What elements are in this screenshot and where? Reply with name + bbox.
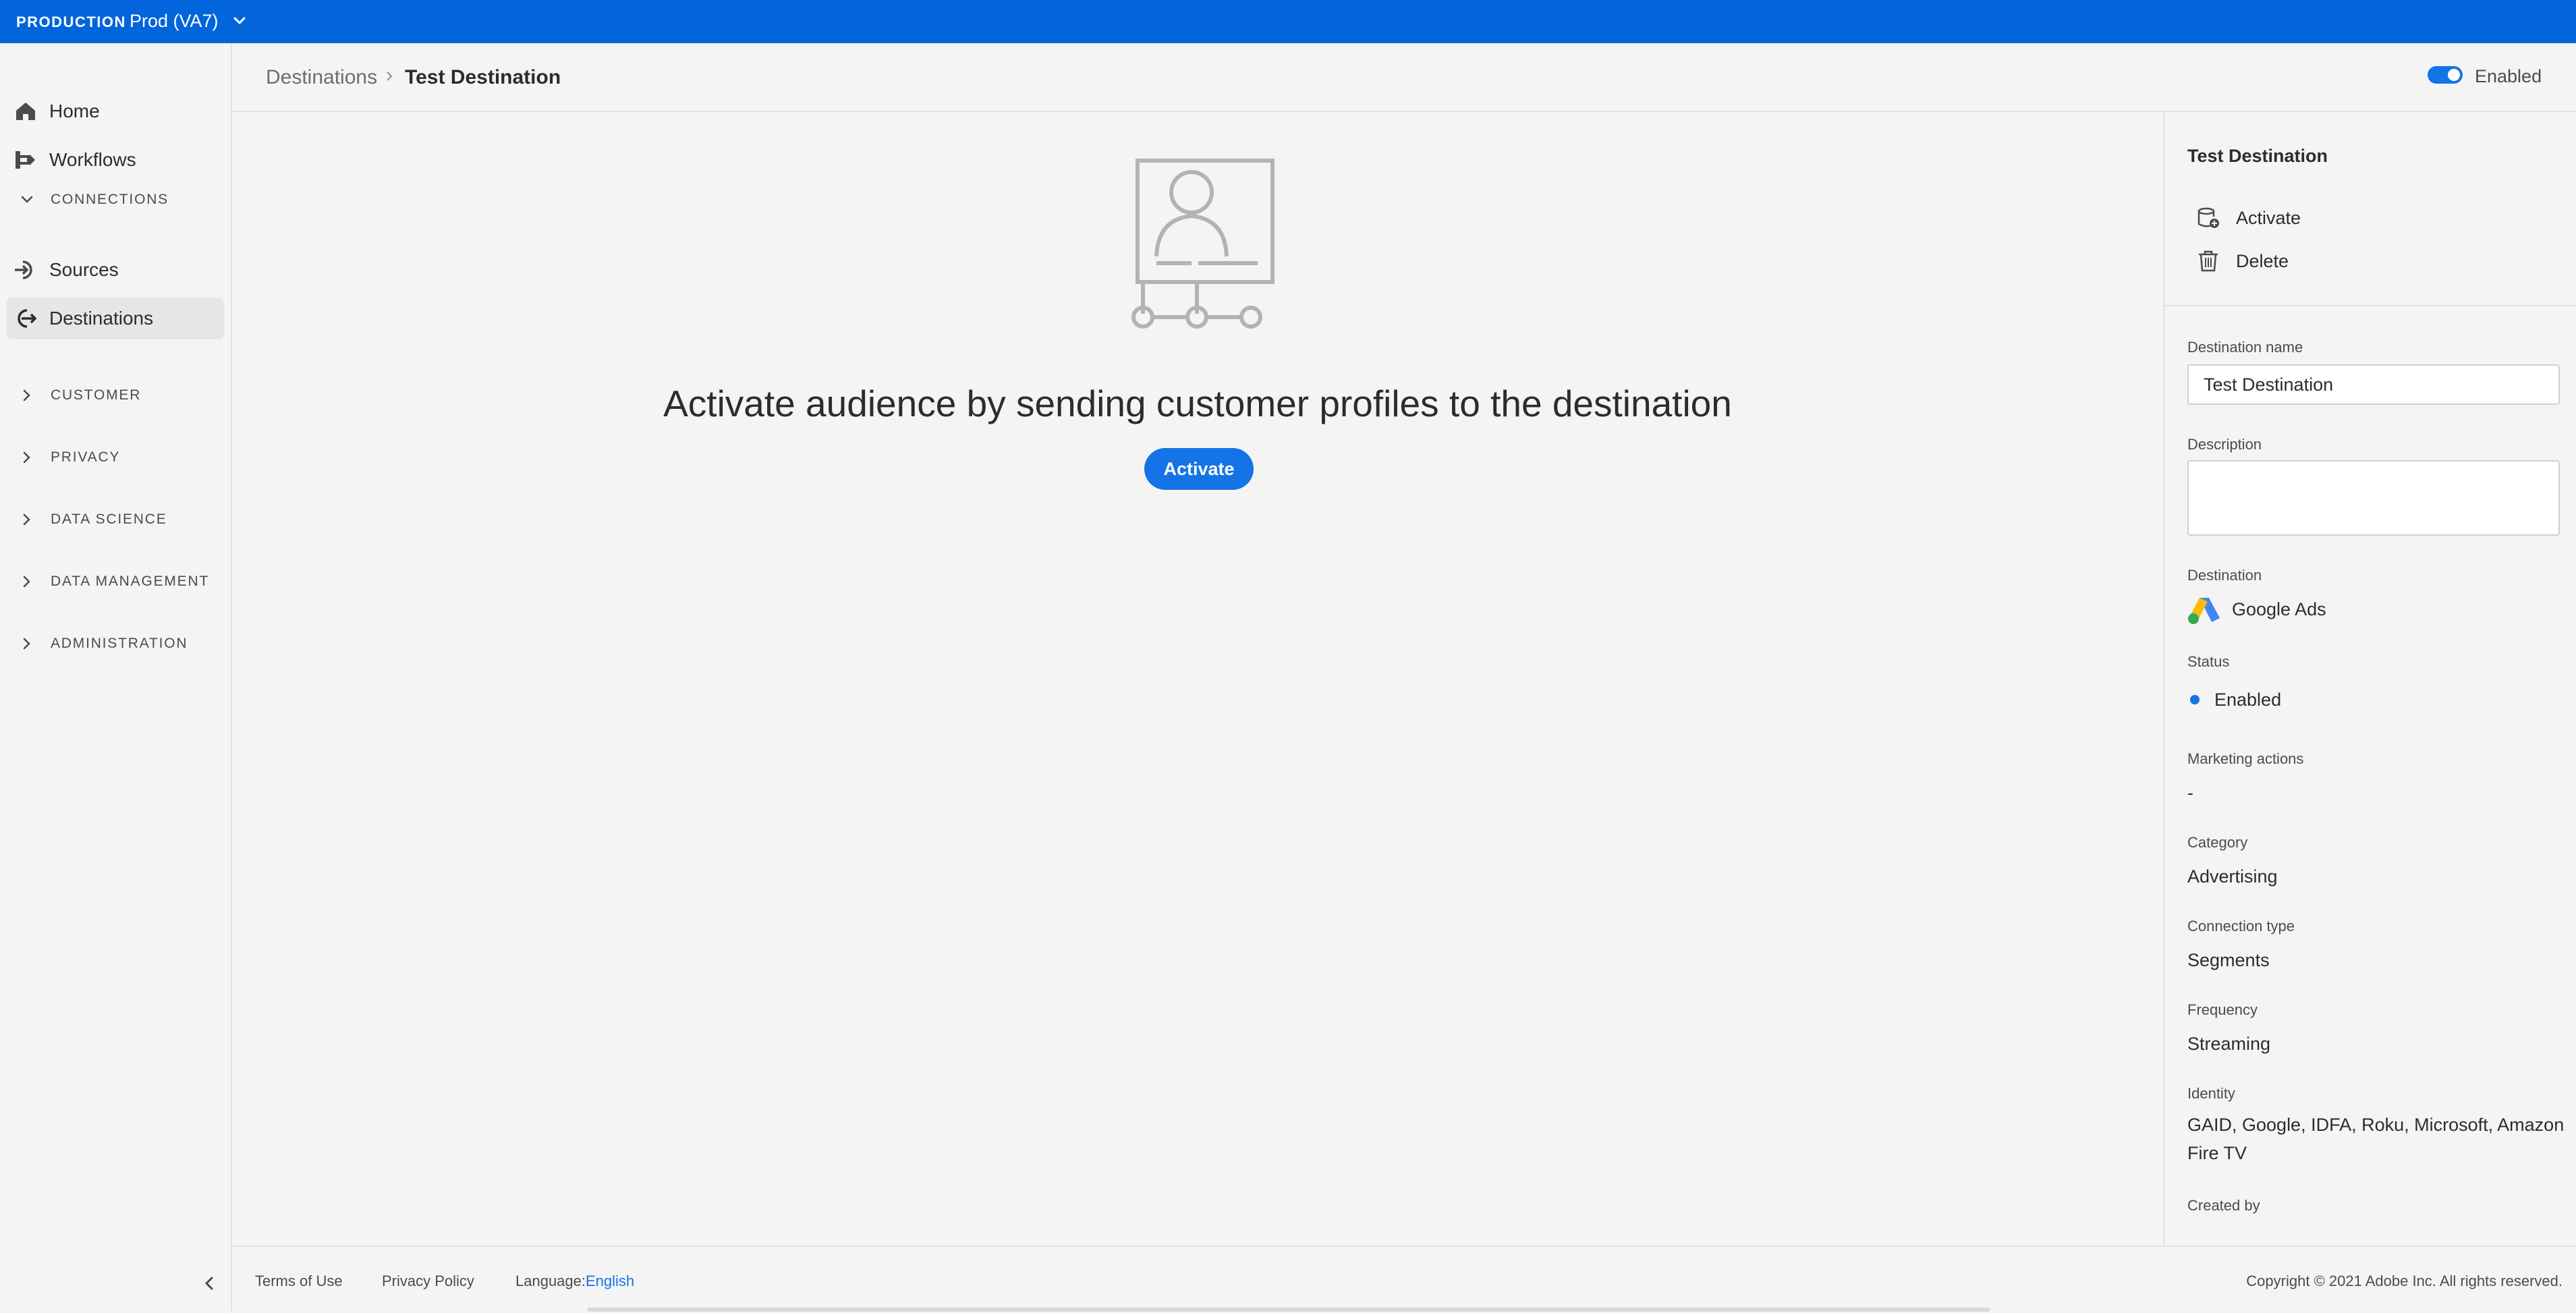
divider	[2164, 305, 2576, 306]
terms-link[interactable]: Terms of Use	[255, 1273, 343, 1290]
footer: Terms of Use Privacy Policy Language: En…	[232, 1246, 2576, 1313]
trash-icon	[2199, 250, 2218, 272]
google-ads-logo	[2188, 598, 2220, 624]
chevron-right-icon	[23, 576, 30, 588]
sidebar-item-label: Sources	[49, 259, 119, 280]
status-label: Status	[2187, 653, 2230, 670]
toggle-knob	[2448, 69, 2460, 81]
window-edge	[587, 1308, 1990, 1312]
activate-button[interactable]: Activate	[1144, 448, 1254, 490]
privacy-link[interactable]: Privacy Policy	[382, 1273, 474, 1290]
action-label: Activate	[2236, 208, 2301, 228]
identity-value: GAID, Google, IDFA, Roku, Microsoft, Ama…	[2187, 1115, 2565, 1163]
section-label: ADMINISTRATION	[51, 636, 188, 651]
sidebar-section-customer[interactable]: CUSTOMER	[7, 378, 224, 413]
copyright: Copyright © 2021 Adobe Inc. All rights r…	[2246, 1273, 2563, 1289]
frequency-value: Streaming	[2187, 1034, 2271, 1054]
destination-label: Destination	[2187, 567, 2262, 584]
enabled-toggle[interactable]	[2428, 66, 2463, 84]
collapse-sidebar-icon[interactable]	[200, 1274, 219, 1293]
sidebar-item-sources[interactable]: Sources	[7, 249, 224, 291]
workflow-icon	[16, 151, 35, 169]
category-value: Advertising	[2187, 866, 2278, 887]
section-label: DATA MANAGEMENT	[51, 574, 210, 589]
destination-name-field[interactable]	[2187, 364, 2560, 405]
breadcrumb-parent[interactable]: Destinations	[266, 66, 377, 89]
section-label: CONNECTIONS	[51, 192, 169, 207]
chevron-down-icon[interactable]	[229, 11, 250, 31]
marketing-actions-value: -	[2187, 783, 2193, 803]
top-bar: PRODUCTION Prod (VA7)	[0, 0, 2576, 43]
sidebar-item-destinations[interactable]: Destinations	[7, 298, 224, 339]
chevron-right-icon	[387, 72, 393, 81]
marketing-actions-label: Marketing actions	[2187, 750, 2304, 767]
language-label: Language:	[515, 1273, 586, 1289]
sidebar-section-data-science[interactable]: DATA SCIENCE	[7, 502, 224, 537]
chevron-right-icon	[23, 513, 30, 526]
created-by-label: Created by	[2187, 1197, 2260, 1214]
language-selector[interactable]: English	[586, 1273, 634, 1290]
section-label: DATA SCIENCE	[51, 511, 167, 527]
status-indicator	[2190, 695, 2200, 704]
panel-title: Test Destination	[2187, 146, 2328, 166]
sidebar-section-connections[interactable]: CONNECTIONS	[7, 182, 224, 217]
home-icon	[16, 103, 35, 120]
sidebar-section-data-management[interactable]: DATA MANAGEMENT	[7, 564, 224, 599]
sidebar: Home Workflows CONNECTIONS Sources Desti…	[0, 43, 232, 1312]
sidebar-item-home[interactable]: Home	[7, 90, 224, 132]
destination-name-label: Destination name	[2187, 339, 2303, 356]
chevron-right-icon	[23, 638, 30, 650]
details-panel: Test Destination Activate Delete Destina…	[2163, 112, 2576, 1246]
sidebar-item-label: Destinations	[49, 308, 154, 329]
sources-icon	[15, 260, 32, 279]
sidebar-item-workflows[interactable]: Workflows	[7, 139, 224, 181]
status-value: Enabled	[2214, 690, 2282, 710]
sidebar-section-administration[interactable]: ADMINISTRATION	[7, 626, 224, 661]
identity-label: Identity	[2187, 1085, 2235, 1102]
destinations-icon	[18, 309, 37, 328]
category-label: Category	[2187, 834, 2248, 851]
destination-value: Google Ads	[2232, 599, 2326, 619]
sidebar-section-privacy[interactable]: PRIVACY	[7, 440, 224, 475]
breadcrumb-current: Test Destination	[405, 66, 561, 88]
connection-type-label: Connection type	[2187, 918, 2295, 934]
main-content: Activate audience by sending customer pr…	[232, 112, 2163, 1246]
chevron-right-icon	[23, 389, 30, 401]
connection-type-value: Segments	[2187, 950, 2270, 970]
action-label: Delete	[2236, 251, 2289, 271]
toggle-label: Enabled	[2475, 66, 2542, 86]
environment-label: PRODUCTION	[16, 13, 126, 30]
section-label: PRIVACY	[51, 449, 121, 465]
description-field[interactable]	[2187, 460, 2560, 536]
chevron-down-icon	[21, 196, 33, 203]
sidebar-item-label: Home	[49, 101, 100, 121]
activate-icon	[2197, 207, 2219, 228]
description-label: Description	[2187, 436, 2262, 453]
page-header: Destinations Test Destination Enabled	[232, 43, 2576, 112]
chevron-right-icon	[23, 451, 30, 464]
audience-illustration	[1131, 159, 1275, 329]
empty-state-message: Activate audience by sending customer pr…	[663, 383, 1732, 424]
section-label: CUSTOMER	[51, 387, 142, 403]
sandbox-name[interactable]: Prod (VA7)	[130, 11, 219, 32]
sidebar-item-label: Workflows	[49, 149, 136, 170]
frequency-label: Frequency	[2187, 1001, 2258, 1018]
